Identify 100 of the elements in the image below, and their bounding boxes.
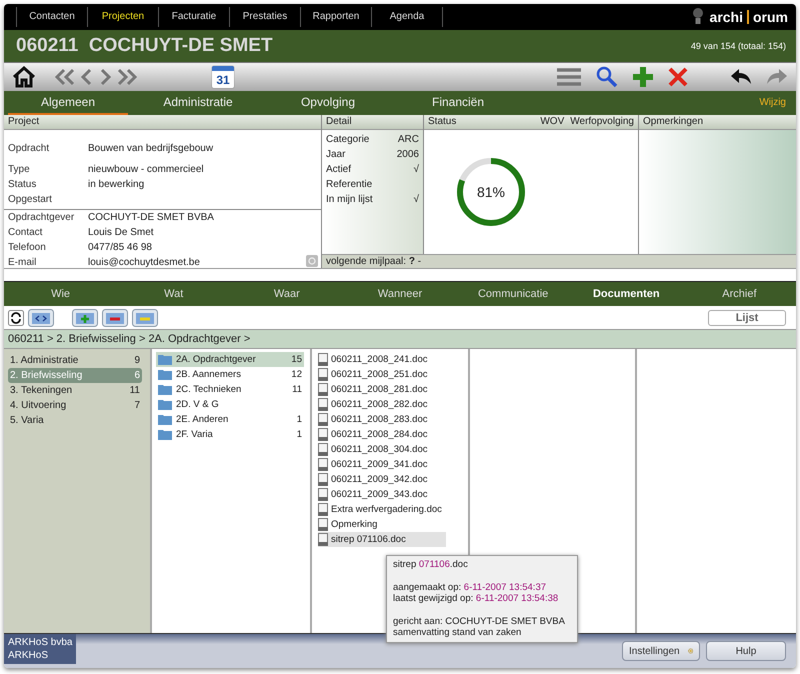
folder-item[interactable]: 2A. Opdrachtgever 15	[156, 352, 304, 367]
nav-tab[interactable]: Facturatie	[158, 7, 229, 27]
tab[interactable]: Wanneer	[343, 282, 457, 306]
file-item[interactable]: Opmerking	[318, 517, 446, 532]
undo-icon[interactable]	[730, 68, 752, 86]
document-icon	[318, 353, 328, 366]
field-label: Opdracht	[8, 142, 50, 154]
status-code: WOV	[540, 115, 564, 129]
field-value: ARC	[398, 134, 419, 145]
tab[interactable]: Wat	[117, 282, 230, 306]
first-icon[interactable]	[54, 68, 76, 86]
nav-tab[interactable]: Projecten	[87, 7, 158, 27]
file-item[interactable]: 060211_2008_284.doc	[318, 427, 446, 442]
redo-icon[interactable]	[766, 68, 788, 86]
document-icon	[318, 473, 328, 486]
folder-item[interactable]: 2D. V & G	[156, 397, 304, 412]
file-item[interactable]: 060211_2008_283.doc	[318, 412, 446, 427]
delete-icon[interactable]	[668, 67, 688, 87]
help-button[interactable]: Hulp	[706, 641, 786, 661]
document-icon	[318, 533, 328, 546]
field-value: Louis De Smet	[88, 227, 154, 238]
tab[interactable]: Administratie	[138, 91, 258, 115]
category-item[interactable]: 1. Administratie 9	[8, 353, 142, 368]
list-icon[interactable]	[556, 67, 582, 87]
folder-item[interactable]: 2F. Varia 1	[156, 427, 304, 442]
field-value: COCHUYT-DE SMET BVBA	[88, 212, 214, 223]
tab[interactable]: Financiën	[398, 91, 518, 115]
tab[interactable]: Waar	[230, 282, 344, 306]
search-icon[interactable]	[596, 66, 618, 88]
document-icon	[318, 518, 328, 531]
new-folder-icon[interactable]	[72, 308, 98, 326]
document-icon	[318, 368, 328, 381]
remove-folder-icon[interactable]	[102, 308, 128, 326]
field-value: nieuwbouw - commercieel	[88, 164, 204, 175]
folder-code-icon[interactable]	[28, 308, 54, 326]
folder-icon	[158, 354, 172, 365]
field-label: Opgestart	[8, 194, 53, 205]
tab[interactable]: Opvolging	[268, 91, 388, 115]
field-value: √	[414, 194, 419, 205]
file-item[interactable]: 060211_2008_281.doc	[318, 382, 446, 397]
field-label: Jaar	[326, 149, 346, 160]
file-item[interactable]: 060211_2008_241.doc	[318, 352, 446, 367]
field-label: Categorie	[326, 134, 370, 145]
document-icon	[318, 488, 328, 501]
nav-tab[interactable]: Rapporten	[300, 7, 371, 27]
calendar-icon[interactable]: 31	[212, 66, 234, 88]
refresh-icon[interactable]	[8, 310, 24, 326]
user-name: ARKHoS	[8, 649, 50, 662]
category-item[interactable]: 5. Varia	[8, 413, 142, 428]
lightbulb-icon	[692, 7, 704, 27]
field-label: Status	[8, 179, 38, 190]
folder-icon	[158, 384, 172, 395]
category-item[interactable]: 3. Tekeningen 11	[8, 383, 142, 398]
field-label: Telefoon	[8, 242, 47, 253]
company-name: ARKHoS bvba	[8, 636, 72, 649]
panel-header: Project	[4, 115, 321, 130]
file-item[interactable]: 060211_2009_342.doc	[318, 472, 446, 487]
last-icon[interactable]	[116, 68, 138, 86]
field-value: 2006	[396, 149, 419, 160]
nav-tab[interactable]: Agenda	[371, 7, 443, 27]
folder-item[interactable]: 2E. Anderen 1	[156, 412, 304, 427]
previous-icon[interactable]	[80, 68, 94, 86]
nav-tab[interactable]: Contacten	[16, 7, 87, 27]
category-item[interactable]: 4. Uitvoering 7	[8, 398, 142, 413]
home-icon[interactable]	[12, 66, 36, 88]
file-item[interactable]: 060211_2009_341.doc	[318, 457, 446, 472]
field-value: Bouwen van bedrijfsgebouw	[88, 142, 214, 154]
edit-link[interactable]: Wijzig	[759, 91, 786, 115]
document-icon	[318, 398, 328, 411]
file-item[interactable]: 060211_2008_282.doc	[318, 397, 446, 412]
record-count: 49 van 154 (totaal: 154)	[690, 41, 786, 51]
folder-item[interactable]: 2B. Aannemers 12	[156, 367, 304, 382]
document-icon	[318, 443, 328, 456]
folder-item[interactable]: 2C. Technieken 11	[156, 382, 304, 397]
tooltip-text: aangemaakt op: 6-11-2007 13:54:37	[393, 582, 546, 592]
progress-reading: 81%	[476, 184, 506, 200]
tab[interactable]: Communicatie	[456, 282, 570, 306]
field-value: louis@cochuytdesmet.be	[88, 257, 200, 268]
tab[interactable]: Archief	[682, 282, 796, 306]
tooltip-text: gericht aan: COCHUYT-DE SMET BVBA	[393, 616, 565, 626]
panel-header: Detail	[322, 115, 423, 130]
document-icon	[318, 503, 328, 516]
next-icon[interactable]	[98, 68, 112, 86]
folder-icon	[158, 429, 172, 440]
settings-button[interactable]: Instellingen	[622, 641, 700, 661]
nav-tab[interactable]: Prestaties	[229, 7, 300, 27]
file-item[interactable]: Extra werfvergadering.doc	[318, 502, 446, 517]
tab[interactable]: Documenten	[570, 282, 683, 306]
tab[interactable]: Wie	[4, 282, 118, 306]
folder-icon	[158, 399, 172, 410]
file-item[interactable]: 060211_2008_251.doc	[318, 367, 446, 382]
add-icon[interactable]	[632, 66, 654, 88]
file-item[interactable]: 060211_2009_343.doc	[318, 487, 446, 502]
list-button[interactable]: Lijst	[708, 310, 786, 326]
rename-folder-icon[interactable]	[132, 308, 158, 326]
breadcrumb: 060211 > 2. Briefwisseling > 2A. Opdrachtgever >	[8, 333, 250, 345]
folder-icon	[158, 414, 172, 425]
file-item[interactable]: 060211_2008_304.doc	[318, 442, 446, 457]
file-item[interactable]: sitrep 071106.doc	[318, 532, 446, 547]
tooltip-text: laatst gewijzigd op: 6-11-2007 13:54:38	[393, 593, 558, 604]
